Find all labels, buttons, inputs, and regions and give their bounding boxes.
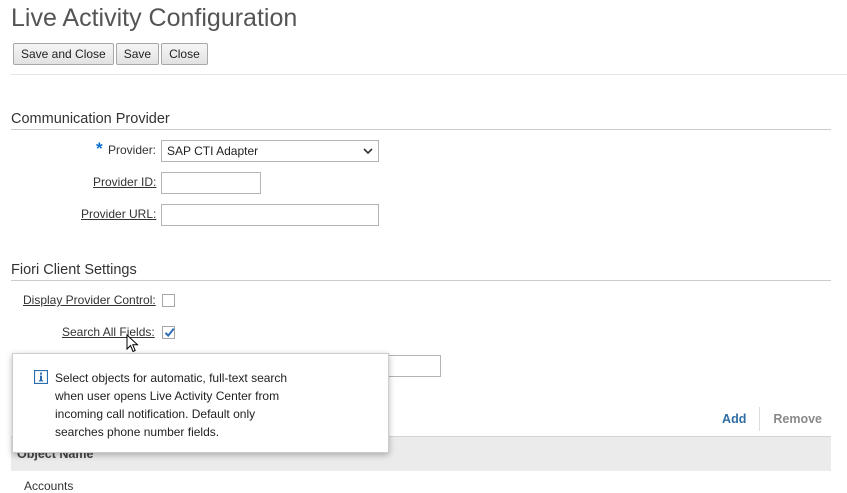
- provider-select[interactable]: SAP CTI Adapter: [161, 140, 379, 162]
- required-marker: *: [96, 139, 103, 158]
- mouse-pointer-icon: [126, 334, 139, 353]
- info-icon: [33, 369, 49, 389]
- save-and-close-button[interactable]: Save and Close: [13, 43, 114, 65]
- display-provider-control-label: Display Provider Control:: [23, 293, 156, 307]
- section-divider: [11, 129, 831, 130]
- close-button[interactable]: Close: [161, 43, 208, 65]
- table-toolbar: Add Remove: [709, 407, 831, 431]
- display-provider-control-checkbox[interactable]: [162, 294, 175, 307]
- provider-url-label: Provider URL:: [81, 207, 157, 221]
- toolbar: Save and Close Save Close: [13, 43, 208, 65]
- provider-select-value: SAP CTI Adapter: [167, 144, 259, 158]
- help-tooltip: Select objects for automatic, full-text …: [12, 353, 389, 453]
- chevron-down-icon: [363, 146, 373, 156]
- tooltip-text: Select objects for automatic, full-text …: [55, 371, 288, 439]
- search-all-fields-label: Search All Fields:: [62, 325, 155, 339]
- section-title-fiori-client-settings: Fiori Client Settings: [11, 262, 137, 278]
- provider-label: Provider:: [108, 143, 157, 157]
- save-button[interactable]: Save: [115, 43, 160, 65]
- search-all-fields-checkbox[interactable]: [162, 326, 175, 339]
- section-title-communication-provider: Communication Provider: [11, 111, 170, 127]
- add-button[interactable]: Add: [709, 412, 759, 426]
- table-row[interactable]: Accounts: [24, 479, 73, 493]
- page-title: Live Activity Configuration: [11, 4, 298, 32]
- provider-url-input[interactable]: [161, 204, 379, 226]
- checkmark-icon: [164, 327, 175, 338]
- provider-id-input[interactable]: [161, 172, 261, 194]
- search-objects-input[interactable]: [380, 355, 441, 377]
- section-divider: [11, 280, 831, 281]
- remove-button[interactable]: Remove: [760, 412, 831, 426]
- toolbar-divider: [11, 74, 847, 75]
- provider-id-label: Provider ID:: [93, 175, 157, 189]
